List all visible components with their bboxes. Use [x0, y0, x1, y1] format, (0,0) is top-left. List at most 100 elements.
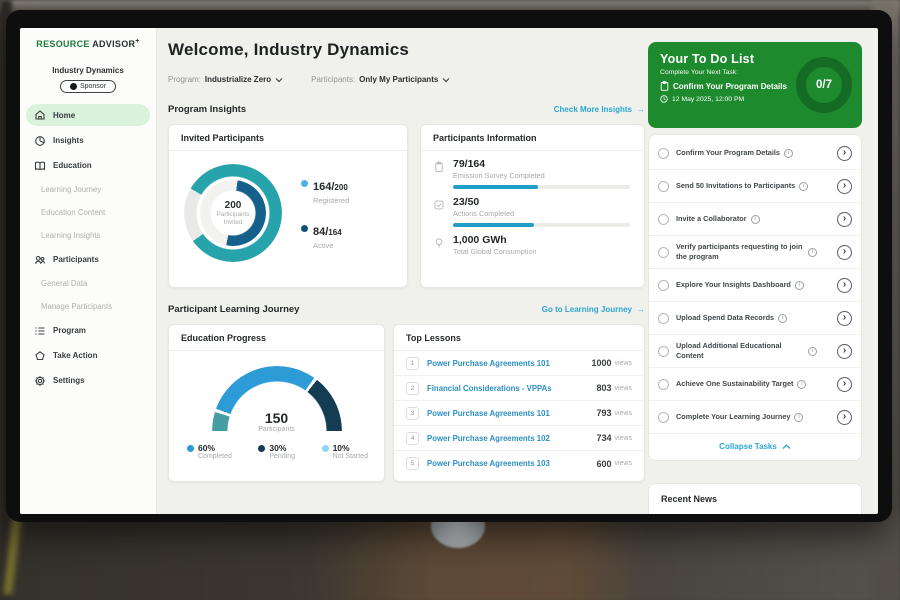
- task-row-complete-learning-journey[interactable]: Complete Your Learning Journey i ›: [649, 401, 861, 434]
- task-chevron-button[interactable]: ›: [837, 311, 852, 326]
- task-label: Achieve One Sustainability Target: [676, 379, 793, 389]
- task-chevron-button[interactable]: ›: [837, 245, 852, 260]
- sidebar-item-label: Program: [53, 326, 86, 335]
- task-checkbox[interactable]: [658, 247, 669, 258]
- legend-total: 200: [334, 183, 347, 192]
- task-checkbox[interactable]: [658, 280, 669, 291]
- lesson-link[interactable]: Financial Considerations - VPPAs: [427, 384, 596, 393]
- clipboard-icon: [660, 81, 669, 91]
- program-filter[interactable]: Program: Industrialize Zero: [168, 75, 283, 84]
- task-checkbox[interactable]: [658, 346, 669, 357]
- task-row-confirm-program[interactable]: Confirm Your Program Details i ›: [649, 137, 861, 170]
- program-filter-label: Program:: [168, 75, 201, 84]
- donut-center-label-line2: Invited: [217, 219, 250, 227]
- lesson-link[interactable]: Power Purchase Agreements 102: [427, 434, 596, 443]
- task-row-upload-educational-content[interactable]: Upload Additional Educational Content i …: [649, 335, 861, 368]
- task-checkbox[interactable]: [658, 313, 669, 324]
- learning-journey-header: Participant Learning Journey Go to Learn…: [168, 304, 645, 315]
- task-chevron-button[interactable]: ›: [837, 179, 852, 194]
- education-gauge: 150 Participants: [211, 365, 343, 433]
- todo-counter: 0/7: [816, 79, 832, 91]
- sidebar-item-education-content[interactable]: Education Content: [20, 201, 156, 224]
- task-checkbox[interactable]: [658, 148, 669, 159]
- legend-registered: 164/200 Registered: [301, 177, 349, 205]
- task-label: Confirm Your Program Details: [676, 148, 780, 158]
- collapse-tasks-link[interactable]: Collapse Tasks: [649, 434, 861, 458]
- sponsor-badge: Sponsor: [60, 80, 116, 93]
- task-checkbox[interactable]: [658, 214, 669, 225]
- sidebar-item-insights[interactable]: Insights: [20, 128, 156, 153]
- todo-summary-card: Your To Do List Complete Your Next Task:…: [648, 42, 862, 128]
- recent-news-title: Recent News: [649, 484, 861, 514]
- check-more-insights-link[interactable]: Check More Insights →: [554, 105, 645, 114]
- task-row-achieve-target[interactable]: Achieve One Sustainability Target i ›: [649, 368, 861, 401]
- sidebar-item-participants[interactable]: Participants: [20, 247, 156, 272]
- sidebar-item-education[interactable]: Education: [20, 153, 156, 178]
- lesson-link[interactable]: Power Purchase Agreements 101: [427, 359, 591, 368]
- sidebar-item-manage-participants[interactable]: Manage Participants: [20, 295, 156, 318]
- legend-dot-pending: [258, 445, 265, 452]
- go-to-learning-journey-link[interactable]: Go to Learning Journey →: [542, 305, 645, 314]
- insights-icon: [34, 135, 46, 147]
- arrow-right-icon: →: [637, 305, 645, 314]
- task-row-upload-spend-data[interactable]: Upload Spend Data Records i ›: [649, 302, 861, 335]
- monitor-bezel: RESOURCE ADVISOR+ Industry Dynamics Spon…: [6, 10, 892, 522]
- info-icon: i: [808, 347, 817, 356]
- sidebar-item-general-data[interactable]: General Data: [20, 272, 156, 295]
- legend-label: Pending: [269, 453, 295, 460]
- sidebar: RESOURCE ADVISOR+ Industry Dynamics Spon…: [20, 28, 157, 514]
- lesson-link[interactable]: Power Purchase Agreements 101: [427, 409, 596, 418]
- sidebar-item-learning-insights[interactable]: Learning Insights: [20, 224, 156, 247]
- sidebar-item-take-action[interactable]: Take Action: [20, 343, 156, 368]
- todo-title: Your To Do List: [660, 52, 796, 66]
- participants-icon: [34, 254, 46, 266]
- legend-value: 60%: [198, 443, 232, 453]
- sidebar-item-learning-journey[interactable]: Learning Journey: [20, 178, 156, 201]
- invited-donut: 200 Participants Invited: [181, 161, 285, 265]
- task-chevron-button[interactable]: ›: [837, 212, 852, 227]
- logo-plus: +: [135, 38, 139, 45]
- survey-clipboard-icon: [433, 161, 445, 173]
- legend-label: Completed: [198, 453, 232, 460]
- task-chevron-button[interactable]: ›: [837, 377, 852, 392]
- lightbulb-icon: [433, 237, 445, 249]
- sidebar-item-label: Education: [53, 161, 92, 170]
- legend-dot-not-started: [322, 445, 329, 452]
- task-chevron-button[interactable]: ›: [837, 344, 852, 359]
- sidebar-item-settings[interactable]: Settings: [20, 368, 156, 393]
- todo-task-list: Confirm Your Program Details i › Send 50…: [648, 134, 862, 461]
- task-label: Invite a Collaborator: [676, 214, 747, 224]
- task-chevron-button[interactable]: ›: [837, 146, 852, 161]
- task-row-invite-collaborator[interactable]: Invite a Collaborator i ›: [649, 203, 861, 236]
- task-label: Complete Your Learning Journey: [676, 412, 790, 422]
- sidebar-menu: Home Insights Education Learning Journey…: [20, 104, 156, 393]
- legend-not-started: 10%Not Started: [322, 443, 368, 460]
- sponsor-label: Sponsor: [80, 83, 106, 90]
- task-row-explore-insights[interactable]: Explore Your Insights Dashboard i ›: [649, 269, 861, 302]
- lesson-views: 803: [596, 383, 611, 393]
- stat-emission-survey: 79/164 Emission Survey Completed: [421, 151, 644, 180]
- task-chevron-button[interactable]: ›: [837, 278, 852, 293]
- legend-completed: 60%Completed: [187, 443, 232, 460]
- task-row-send-invitations[interactable]: Send 50 Invitations to Participants i ›: [649, 170, 861, 203]
- lesson-views-label: views: [614, 360, 632, 367]
- sidebar-item-program[interactable]: Program: [20, 318, 156, 343]
- stat-actions: 23/50 Actions Completed: [421, 189, 644, 218]
- sidebar-item-home[interactable]: Home: [26, 104, 150, 126]
- lesson-rank: 5: [406, 457, 419, 470]
- recent-news-card: Recent News: [648, 483, 862, 514]
- lesson-link[interactable]: Power Purchase Agreements 103: [427, 459, 596, 468]
- info-icon: i: [797, 380, 806, 389]
- info-icon: i: [808, 248, 817, 257]
- collapse-label: Collapse Tasks: [719, 442, 777, 451]
- stat-value: 79/164: [453, 158, 545, 170]
- filters-row: Program: Industrialize Zero Participants…: [168, 75, 450, 84]
- sidebar-item-label: Participants: [53, 255, 99, 264]
- task-checkbox[interactable]: [658, 181, 669, 192]
- task-row-verify-participants[interactable]: Verify participants requesting to join t…: [649, 236, 861, 269]
- lesson-row: 3 Power Purchase Agreements 101 793 view…: [394, 401, 644, 426]
- task-checkbox[interactable]: [658, 379, 669, 390]
- task-chevron-button[interactable]: ›: [837, 410, 852, 425]
- participants-filter[interactable]: Participants: Only My Participants: [311, 75, 450, 84]
- task-checkbox[interactable]: [658, 412, 669, 423]
